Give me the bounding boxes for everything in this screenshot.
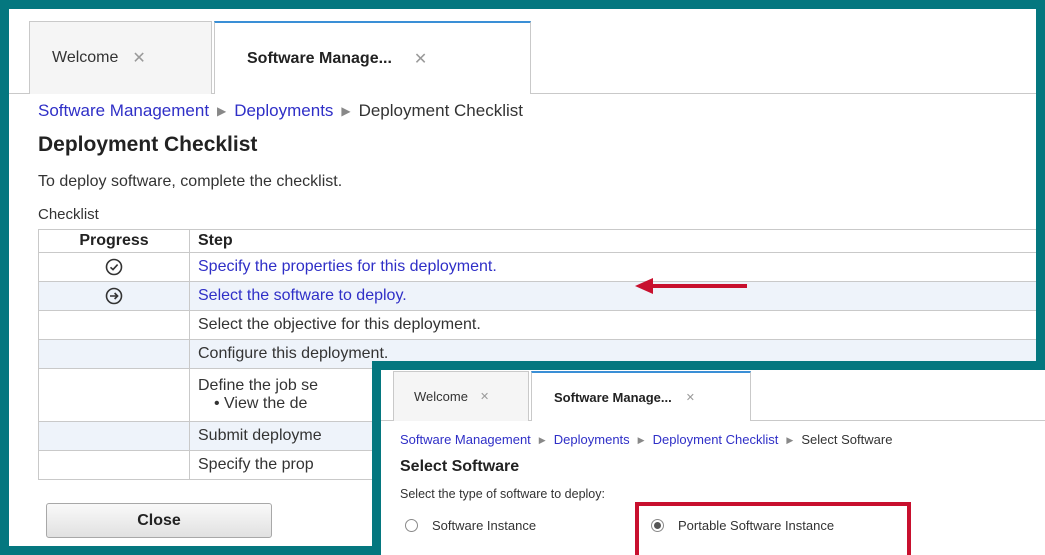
breadcrumb-deployments[interactable]: Deployments (234, 101, 333, 120)
progress-cell (38, 421, 190, 451)
breadcrumb-deployment-checklist[interactable]: Deployment Checklist (653, 432, 779, 447)
progress-cell (38, 450, 190, 480)
step-cell: Specify the properties for this deployme… (189, 252, 1036, 282)
checklist-caption: Checklist (38, 206, 99, 223)
table-row: Select the objective for this deployment… (38, 310, 1036, 340)
breadcrumb-software-management[interactable]: Software Management (400, 432, 531, 447)
breadcrumb-separator-icon: ▶ (217, 104, 227, 118)
radio-label: Software Instance (432, 518, 537, 533)
progress-cell (38, 281, 190, 311)
step-link-select-software[interactable]: Select the software to deploy. (198, 287, 407, 304)
close-button[interactable]: Close (46, 503, 272, 538)
breadcrumb-deployments[interactable]: Deployments (554, 432, 630, 447)
inset-window: Welcome ✕ Software Manage... ✕ Software … (372, 361, 1045, 555)
tab-bar: Welcome ✕ Software Manage... ✕ (9, 9, 1036, 94)
progress-cell (38, 368, 190, 422)
column-header-step: Step (189, 229, 1036, 253)
inset-page-title: Select Software (400, 458, 520, 475)
inset-tab-software-management-label: Software Manage... (554, 389, 672, 405)
check-circle-icon (105, 258, 123, 276)
tab-software-management-label: Software Manage... (247, 49, 392, 67)
close-icon[interactable]: ✕ (686, 391, 695, 404)
breadcrumb-software-management[interactable]: Software Management (38, 101, 209, 120)
breadcrumb-current: Select Software (801, 432, 893, 447)
breadcrumb-current: Deployment Checklist (358, 101, 523, 120)
arrow-left-icon (635, 278, 747, 294)
step-cell: Select the software to deploy. (189, 281, 1036, 311)
inset-tab-bar: Welcome ✕ Software Manage... ✕ (381, 370, 1045, 421)
inset-breadcrumb: Software Management ▶ Deployments ▶ Deployme… (400, 432, 892, 447)
breadcrumb-separator-icon: ▶ (786, 435, 794, 445)
close-icon[interactable]: ✕ (414, 49, 427, 69)
column-header-progress: Progress (38, 229, 190, 253)
radio-button-selected[interactable] (651, 519, 664, 532)
inset-tab-welcome-label: Welcome (414, 389, 468, 404)
inset-prompt: Select the type of software to deploy: (400, 487, 605, 501)
radio-label: Portable Software Instance (678, 518, 835, 533)
table-row: Select the software to deploy. (38, 281, 1036, 311)
page-title: Deployment Checklist (38, 133, 258, 156)
close-icon[interactable]: ✕ (132, 48, 145, 68)
step-bullet-text: View the de (224, 395, 308, 412)
step-link-properties[interactable]: Specify the properties for this deployme… (198, 258, 497, 275)
breadcrumb: Software Management ▶ Deployments ▶ Deployme… (38, 101, 523, 121)
step-cell: Select the objective for this deployment… (189, 310, 1036, 340)
radio-portable-software-instance[interactable]: Portable Software Instance (651, 518, 834, 533)
table-header-row: Progress Step (38, 229, 1036, 253)
progress-cell (38, 252, 190, 282)
inset-tab-software-management[interactable]: Software Manage... ✕ (531, 371, 751, 421)
progress-cell (38, 339, 190, 369)
page-description: To deploy software, complete the checkli… (38, 173, 343, 190)
arrow-circle-icon (105, 287, 123, 305)
tab-software-management[interactable]: Software Manage... ✕ (214, 21, 531, 94)
radio-button[interactable] (405, 519, 418, 532)
close-icon[interactable]: ✕ (480, 390, 489, 403)
tab-welcome-label: Welcome (52, 49, 119, 66)
breadcrumb-separator-icon: ▶ (341, 104, 351, 118)
table-row: Specify the properties for this deployme… (38, 252, 1036, 282)
tab-welcome[interactable]: Welcome ✕ (29, 21, 212, 94)
breadcrumb-separator-icon: ▶ (637, 435, 645, 445)
breadcrumb-separator-icon: ▶ (538, 435, 546, 445)
progress-cell (38, 310, 190, 340)
inset-tab-welcome[interactable]: Welcome ✕ (393, 371, 529, 421)
radio-software-instance[interactable]: Software Instance (405, 518, 536, 533)
